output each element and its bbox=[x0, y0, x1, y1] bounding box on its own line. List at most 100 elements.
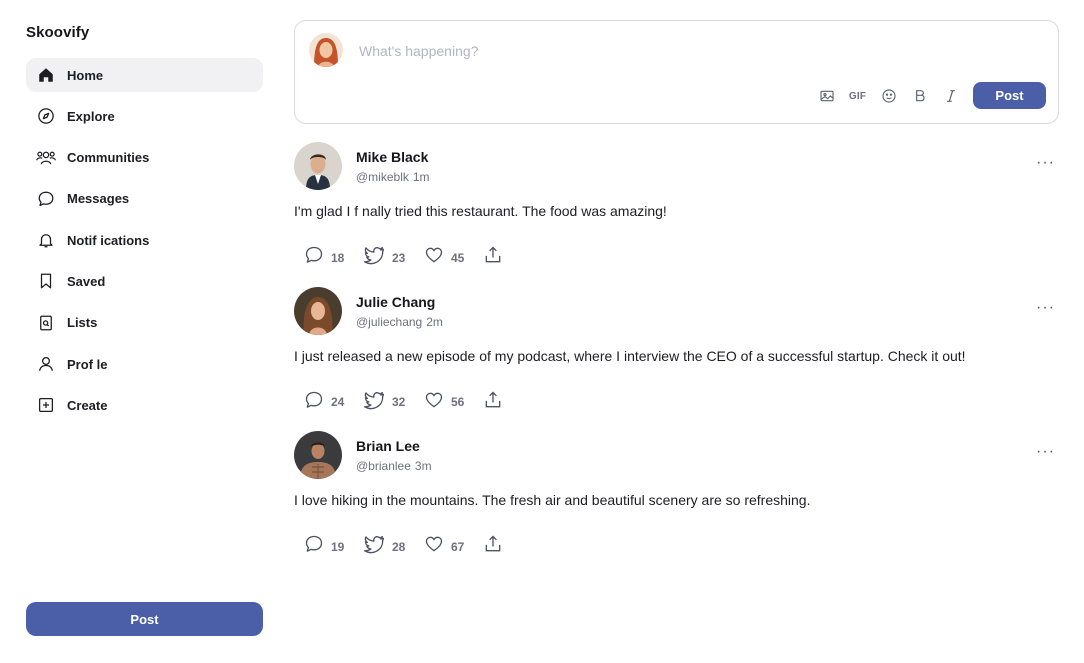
list-icon bbox=[36, 313, 56, 333]
chat-bubble-icon bbox=[36, 189, 56, 209]
avatar[interactable] bbox=[294, 431, 342, 479]
post-actions: 18 23 45 bbox=[304, 245, 503, 270]
comment-icon bbox=[304, 534, 324, 559]
composer-input[interactable] bbox=[357, 39, 961, 63]
post-meta: @mikeblk 1m bbox=[356, 170, 430, 184]
people-icon bbox=[36, 148, 56, 168]
user-icon bbox=[36, 354, 56, 374]
post-handle[interactable]: @mikeblk bbox=[356, 170, 409, 184]
post-actions: 24 32 56 bbox=[304, 390, 503, 415]
bird-icon bbox=[363, 390, 385, 415]
composer-post-button[interactable]: Post bbox=[973, 82, 1046, 109]
comment-count: 24 bbox=[331, 395, 345, 409]
post-meta: @brianlee 3m bbox=[356, 459, 432, 473]
post-time: 3m bbox=[414, 459, 432, 473]
home-icon bbox=[36, 65, 56, 85]
retweet-count: 32 bbox=[392, 395, 406, 409]
emoji-icon[interactable] bbox=[873, 85, 904, 107]
sidebar-item-label: Messages bbox=[67, 191, 130, 207]
sidebar-item-label: Home bbox=[67, 67, 104, 83]
sidebar-nav: Home Explore Communities Messages Notif … bbox=[26, 58, 263, 430]
heart-icon bbox=[424, 245, 444, 270]
post-text: I just released a new episode of my podc… bbox=[294, 347, 966, 364]
app-logo: Skoovify bbox=[26, 24, 90, 41]
avatar[interactable] bbox=[294, 142, 342, 190]
sidebar-item-communities[interactable]: Communities bbox=[26, 141, 263, 175]
post-author-name[interactable]: Brian Lee bbox=[356, 438, 420, 454]
comment-icon bbox=[304, 245, 324, 270]
share-icon bbox=[483, 245, 503, 270]
sidebar-item-explore[interactable]: Explore bbox=[26, 99, 263, 133]
sidebar-post-button[interactable]: Post bbox=[26, 602, 263, 636]
image-icon[interactable] bbox=[811, 85, 842, 107]
like-count: 45 bbox=[451, 250, 465, 265]
post-time: 2m bbox=[426, 314, 443, 329]
sidebar-item-label: Create bbox=[67, 397, 108, 413]
comment-count: 18 bbox=[331, 250, 345, 265]
like-button[interactable]: 45 bbox=[424, 245, 465, 270]
post-handle[interactable]: @juliechang bbox=[356, 315, 422, 329]
bookmark-icon bbox=[36, 271, 56, 291]
post-author-name[interactable]: Mike Black bbox=[356, 149, 428, 165]
post-handle[interactable]: @brianlee bbox=[356, 459, 411, 473]
sidebar-item-notifications[interactable]: Notif ications bbox=[26, 223, 263, 257]
bell-icon bbox=[36, 230, 56, 250]
like-count: 67 bbox=[451, 539, 465, 554]
like-button[interactable]: 56 bbox=[424, 390, 465, 415]
compass-icon bbox=[36, 106, 56, 126]
sidebar-item-create[interactable]: Create bbox=[26, 388, 263, 422]
retweet-count: 28 bbox=[392, 539, 406, 554]
italic-icon[interactable] bbox=[935, 85, 966, 107]
avatar bbox=[309, 33, 343, 67]
sidebar-item-lists[interactable]: Lists bbox=[26, 306, 263, 340]
avatar[interactable] bbox=[294, 286, 342, 335]
sidebar-item-home[interactable]: Home bbox=[26, 58, 263, 92]
post-text: I love hiking in the mountains. The fres… bbox=[294, 492, 811, 508]
post-card: Mike Black @mikeblk 1m ··· I'm glad I f n… bbox=[294, 142, 1059, 287]
retweet-button[interactable]: 32 bbox=[363, 390, 406, 415]
comment-button[interactable]: 19 bbox=[304, 534, 345, 559]
composer-toolbar: GIF bbox=[811, 85, 966, 107]
comment-count: 19 bbox=[331, 539, 345, 554]
share-icon bbox=[483, 390, 503, 415]
like-count: 56 bbox=[451, 395, 465, 409]
sidebar-item-label: Notif ications bbox=[67, 232, 150, 248]
feed: Mike Black @mikeblk 1m ··· I'm glad I f n… bbox=[294, 142, 1059, 576]
sidebar-item-label: Prof le bbox=[67, 356, 108, 372]
heart-icon bbox=[424, 534, 444, 559]
post-card: Brian Lee @brianlee 3m ··· I love hiking … bbox=[294, 431, 1059, 576]
sidebar-item-label: Saved bbox=[67, 273, 106, 289]
post-card: Julie Chang @juliechang 2m ··· I just rel… bbox=[294, 286, 1059, 432]
post-meta: @juliechang 2m bbox=[356, 315, 443, 329]
share-icon bbox=[483, 534, 503, 559]
gif-button[interactable]: GIF bbox=[842, 85, 873, 107]
more-options-icon[interactable]: ··· bbox=[1036, 154, 1055, 172]
post-time: 1m bbox=[412, 170, 430, 184]
heart-icon bbox=[424, 390, 444, 415]
sidebar-item-label: Explore bbox=[67, 108, 115, 124]
like-button[interactable]: 67 bbox=[424, 534, 465, 559]
composer: GIF Post bbox=[294, 20, 1059, 124]
sidebar-item-messages[interactable]: Messages bbox=[26, 182, 263, 216]
retweet-button[interactable]: 28 bbox=[363, 534, 406, 559]
retweet-button[interactable]: 23 bbox=[363, 245, 406, 270]
share-button[interactable] bbox=[483, 390, 503, 415]
bird-icon bbox=[363, 245, 385, 270]
comment-button[interactable]: 18 bbox=[304, 245, 345, 270]
retweet-count: 23 bbox=[392, 250, 406, 265]
sidebar-item-profile[interactable]: Prof le bbox=[26, 347, 263, 381]
post-text: I'm glad I f nally tried this restaurant… bbox=[294, 203, 667, 219]
plus-square-icon bbox=[36, 395, 56, 415]
sidebar-item-label: Lists bbox=[67, 315, 98, 331]
bold-icon[interactable] bbox=[904, 85, 935, 107]
sidebar-item-saved[interactable]: Saved bbox=[26, 264, 263, 298]
comment-button[interactable]: 24 bbox=[304, 390, 345, 415]
bird-icon bbox=[363, 534, 385, 559]
more-options-icon[interactable]: ··· bbox=[1036, 443, 1055, 461]
share-button[interactable] bbox=[483, 245, 503, 270]
post-author-name[interactable]: Julie Chang bbox=[356, 294, 435, 310]
sidebar-item-label: Communities bbox=[67, 150, 150, 166]
more-options-icon[interactable]: ··· bbox=[1036, 299, 1055, 317]
share-button[interactable] bbox=[483, 534, 503, 559]
post-actions: 19 28 67 bbox=[304, 534, 503, 559]
